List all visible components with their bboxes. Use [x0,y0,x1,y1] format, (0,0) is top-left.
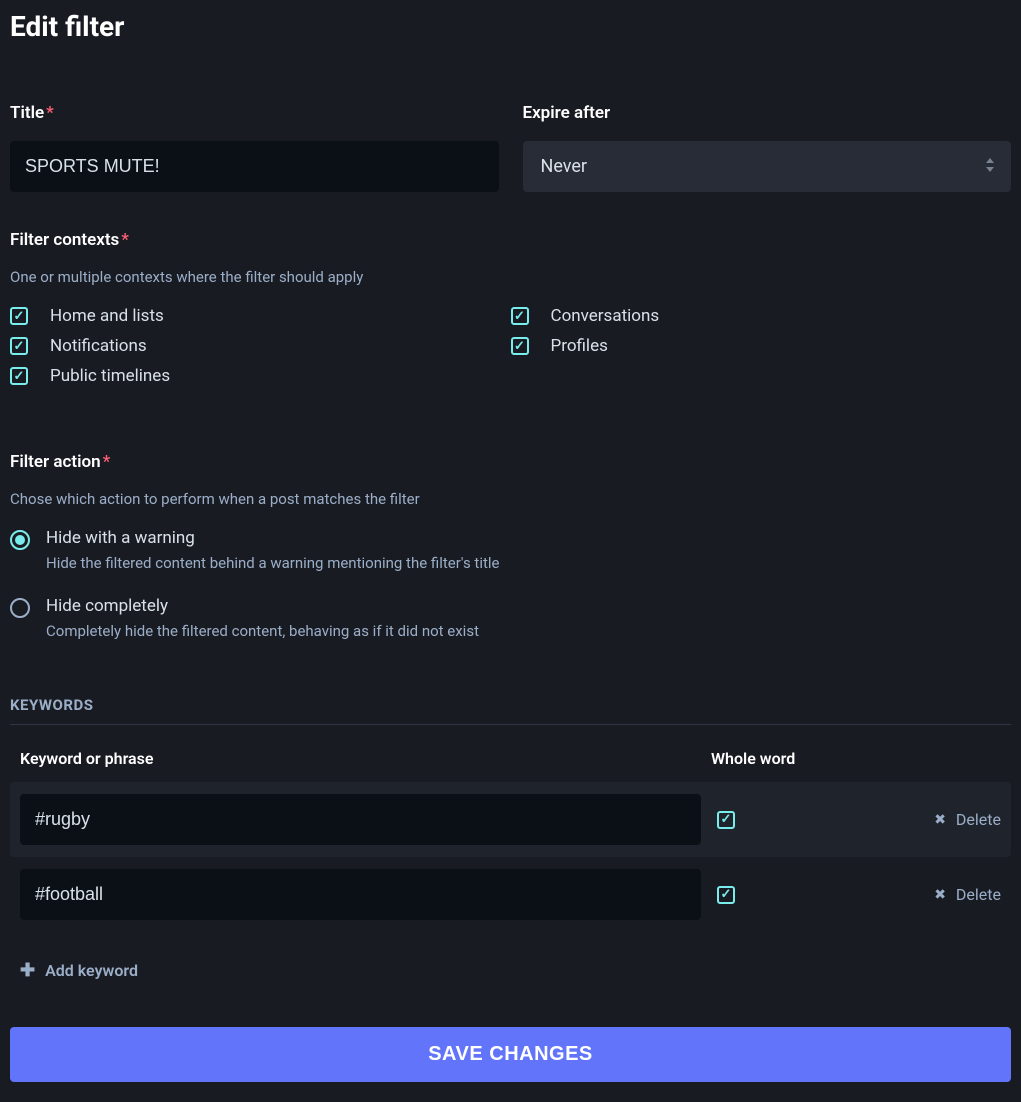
radio-desc: Hide the filtered content behind a warni… [46,554,499,572]
context-0-checkbox[interactable] [10,307,28,325]
title-input[interactable] [10,141,499,192]
filter-action-radio-0[interactable] [10,530,30,550]
context-2-checkbox[interactable] [10,367,28,385]
page-title: Edit filter [10,10,1011,43]
context-b1-label: Profiles [551,336,608,356]
context-b1-checkbox[interactable] [511,337,529,355]
delete-keyword-button[interactable]: ✖Delete [861,810,1001,829]
contexts-label: Filter contexts* [10,230,1011,250]
keywords-header: KEYWORDS [10,696,1011,725]
action-hint: Chose which action to perform when a pos… [10,490,1011,508]
save-button[interactable]: SAVE CHANGES [10,1027,1011,1082]
radio-title: Hide completely [46,596,479,616]
keyword-row: ✖Delete [10,857,1011,932]
keyword-row: ✖Delete [10,782,1011,857]
context-0-label: Home and lists [50,306,164,326]
filter-action-radio-1[interactable] [10,598,30,618]
context-1-label: Notifications [50,336,147,356]
action-label: Filter action* [10,452,1011,472]
context-1-checkbox[interactable] [10,337,28,355]
radio-title: Hide with a warning [46,528,499,548]
keyword-input[interactable] [20,794,701,845]
keyword-input[interactable] [20,869,701,920]
title-label: Title* [10,103,499,123]
close-icon: ✖ [934,812,946,828]
keyword-col-header: Keyword or phrase [20,749,701,768]
expire-select[interactable]: Never [523,141,1012,192]
delete-keyword-button[interactable]: ✖Delete [861,885,1001,904]
plus-icon: ✚ [20,960,35,981]
contexts-hint: One or multiple contexts where the filte… [10,268,1011,286]
add-keyword-button[interactable]: ✚ Add keyword [10,954,1011,987]
context-b0-label: Conversations [551,306,660,326]
wholeword-checkbox[interactable] [717,811,735,829]
expire-label: Expire after [523,103,1012,123]
wholeword-col-header: Whole word [711,749,851,768]
context-2-label: Public timelines [50,366,170,386]
context-b0-checkbox[interactable] [511,307,529,325]
close-icon: ✖ [934,887,946,903]
radio-desc: Completely hide the filtered content, be… [46,622,479,640]
wholeword-checkbox[interactable] [717,886,735,904]
